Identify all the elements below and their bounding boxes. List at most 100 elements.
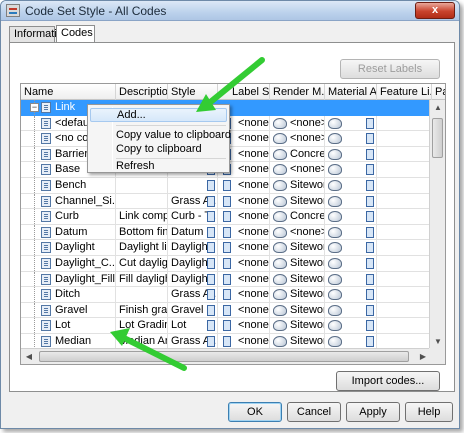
help-button[interactable]: Help (405, 402, 453, 422)
cell-material[interactable] (325, 240, 377, 256)
column-header-render-material[interactable]: Render M... (270, 84, 325, 100)
material-icon[interactable] (273, 226, 287, 238)
material-icon[interactable] (273, 211, 287, 223)
material-icon[interactable] (328, 226, 342, 238)
cell-name[interactable]: Lot (21, 318, 116, 334)
cell-style[interactable]: Datum (168, 224, 218, 241)
horizontal-scrollbar[interactable]: ◀ ▶ (21, 348, 431, 364)
cell-material[interactable] (325, 115, 377, 132)
cell-render[interactable]: <none> (270, 224, 325, 241)
table-row[interactable]: <no code><none><none> (21, 131, 445, 147)
picker-icon[interactable] (366, 117, 374, 129)
cell-label[interactable]: <none> (218, 209, 270, 225)
cell-name[interactable]: Gravel (21, 302, 116, 319)
column-header-material-area[interactable]: Material A... (325, 84, 377, 100)
cell-feature[interactable] (377, 162, 432, 178)
cell-material[interactable] (325, 318, 377, 334)
picker-icon[interactable] (207, 180, 215, 191)
cell-render[interactable]: Sitewor... (270, 240, 325, 256)
cell-style[interactable]: Daylight (168, 256, 218, 272)
table-row[interactable]: DatumBottom fini...Datum<none><none> (21, 224, 445, 241)
cell-feature[interactable] (377, 178, 432, 194)
cell-style[interactable]: Daylight (168, 271, 218, 288)
table-row[interactable]: Curb Link compr...Curb - T... <none> Concre… (21, 209, 445, 225)
cell-feature[interactable] (377, 302, 432, 319)
cell-feature[interactable] (377, 271, 432, 288)
cell-material[interactable] (325, 178, 377, 194)
cell-render[interactable]: <none> (270, 131, 325, 147)
cell-name[interactable]: Channel_Si... (21, 193, 116, 210)
cell-name[interactable]: Curb (21, 209, 116, 225)
picker-icon[interactable] (366, 336, 374, 347)
material-icon[interactable] (328, 289, 342, 301)
picker-icon[interactable] (207, 195, 215, 207)
cell-render[interactable] (270, 100, 325, 116)
cell-name[interactable]: Daylight_Fill (21, 271, 116, 288)
column-header-description[interactable]: Description (116, 84, 168, 100)
material-icon[interactable] (273, 148, 287, 160)
cell-description[interactable] (116, 287, 168, 303)
cell-label[interactable]: <none> (218, 318, 270, 334)
material-icon[interactable] (273, 320, 287, 332)
cell-render[interactable]: <none> (270, 162, 325, 178)
material-icon[interactable] (328, 133, 342, 145)
cell-feature[interactable] (377, 193, 432, 210)
picker-icon[interactable] (207, 242, 215, 254)
cell-description[interactable] (116, 193, 168, 210)
material-icon[interactable] (273, 117, 287, 129)
cell-material[interactable] (325, 287, 377, 303)
cell-style[interactable]: Grass Ar... (168, 287, 218, 303)
scroll-up-icon[interactable]: ▲ (430, 100, 445, 116)
menu-item-copy-to-clipboard[interactable]: Copy to clipboard (90, 142, 227, 156)
cell-feature[interactable] (377, 287, 432, 303)
material-icon[interactable] (273, 273, 287, 285)
menu-item-refresh[interactable]: Refresh (90, 159, 227, 173)
cell-material[interactable] (325, 162, 377, 178)
material-icon[interactable] (328, 164, 342, 176)
cell-label[interactable]: <none> (218, 256, 270, 272)
cell-style[interactable]: Daylight (168, 240, 218, 256)
tab-information[interactable]: Information (9, 26, 69, 42)
cell-render[interactable]: Sitewor... (270, 178, 325, 194)
material-icon[interactable] (273, 242, 287, 254)
collapse-icon[interactable]: − (30, 103, 39, 112)
apply-button[interactable]: Apply (346, 402, 400, 422)
cell-label[interactable]: <none> (218, 271, 270, 288)
cell-label[interactable]: <none> (218, 302, 270, 319)
table-row[interactable]: GravelFinish grad...Gravel<none>Sitewor.… (21, 302, 445, 319)
table-row[interactable]: <default><none><none> (21, 115, 445, 132)
picker-icon[interactable] (366, 148, 374, 160)
cell-label[interactable]: <none> (218, 240, 270, 256)
table-row[interactable]: Channel_Si... Grass Ar... <none> Sitewor... (21, 193, 445, 210)
material-icon[interactable] (273, 195, 287, 207)
material-icon[interactable] (328, 320, 342, 332)
column-header-style[interactable]: Style (168, 84, 218, 100)
cell-render[interactable]: Sitewor... (270, 256, 325, 272)
picker-icon[interactable] (207, 258, 215, 269)
cell-name[interactable]: Ditch (21, 287, 116, 303)
style-picker-icon[interactable] (223, 180, 231, 191)
cell-material[interactable] (325, 193, 377, 210)
vertical-scrollbar[interactable]: ▲ ▼ (429, 100, 445, 350)
column-header-feature-line[interactable]: Feature Li... (377, 84, 432, 100)
cell-material[interactable] (325, 256, 377, 272)
picker-icon[interactable] (207, 289, 215, 301)
cell-material[interactable] (325, 131, 377, 147)
material-icon[interactable] (328, 258, 342, 269)
column-header-pay[interactable]: Pay (432, 84, 445, 100)
cell-feature[interactable] (377, 209, 432, 225)
cell-feature[interactable] (377, 115, 432, 132)
cell-render[interactable]: Sitewor... (270, 302, 325, 319)
cell-feature[interactable] (377, 224, 432, 241)
cell-feature[interactable] (377, 131, 432, 147)
material-icon[interactable] (273, 258, 287, 269)
picker-icon[interactable] (207, 273, 215, 285)
picker-icon[interactable] (366, 180, 374, 191)
column-header-name[interactable]: Name (21, 84, 116, 100)
vertical-scroll-thumb[interactable] (432, 118, 443, 158)
scroll-left-icon[interactable]: ◀ (21, 349, 37, 364)
cell-style[interactable]: Curb - T... (168, 209, 218, 225)
picker-icon[interactable] (366, 164, 374, 176)
table-row[interactable]: Base <none> <none> (21, 162, 445, 178)
table-row[interactable]: Bench <none> Sitewor... (21, 178, 445, 194)
